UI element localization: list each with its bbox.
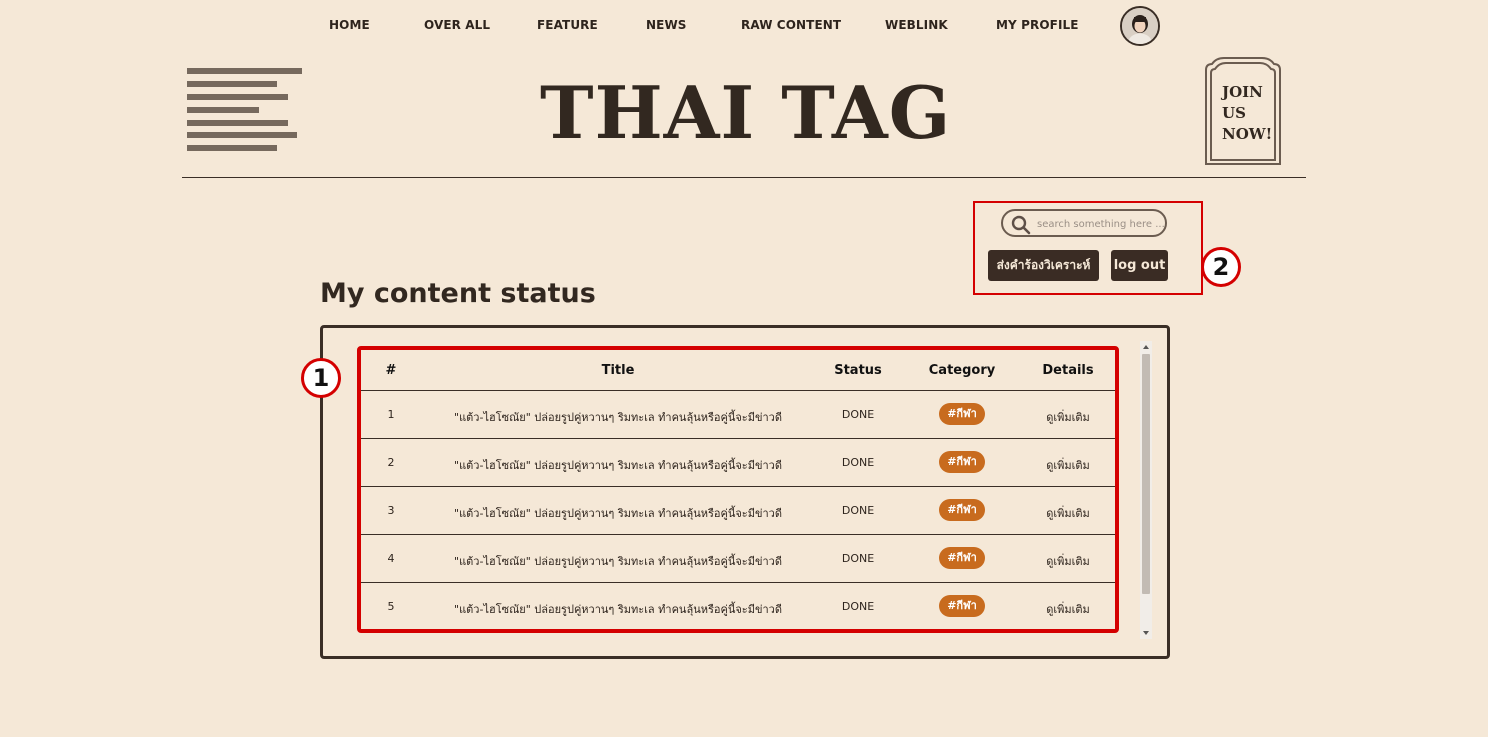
col-status: Status bbox=[834, 363, 882, 378]
logout-button[interactable]: log out bbox=[1111, 250, 1168, 281]
table-row: 4 "แต้ว-ไฮโซณัย" ปล่อยรูปคู่หวานๆ ริมทะเล… bbox=[361, 535, 1115, 583]
join-us-sign[interactable]: JOIN US NOW! bbox=[1204, 56, 1282, 166]
join-line-3: NOW! bbox=[1222, 125, 1273, 143]
hamburger-menu-icon[interactable] bbox=[187, 68, 305, 154]
header-divider bbox=[182, 177, 1306, 178]
row-number: 3 bbox=[387, 504, 395, 517]
category-tag[interactable]: #กีฬา bbox=[939, 403, 985, 425]
row-number: 4 bbox=[387, 552, 395, 565]
annotation-marker-1: 1 bbox=[301, 358, 341, 398]
join-us-text: JOIN US NOW! bbox=[1222, 82, 1272, 145]
row-title[interactable]: "แต้ว-ไฮโซณัย" ปล่อยรูปคู่หวานๆ ริมทะเล … bbox=[421, 552, 815, 570]
user-photo-icon bbox=[1122, 8, 1158, 44]
details-link[interactable]: ดูเพิ่มเติม bbox=[1033, 552, 1103, 570]
details-link[interactable]: ดูเพิ่มเติม bbox=[1033, 504, 1103, 522]
scroll-up-arrow-icon[interactable] bbox=[1143, 345, 1149, 349]
page-title: My content status bbox=[320, 278, 596, 309]
request-analysis-button[interactable]: ส่งคำร้องวิเคราะห์ bbox=[988, 250, 1099, 281]
row-status: DONE bbox=[841, 504, 875, 517]
row-status: DONE bbox=[841, 456, 875, 469]
category-tag[interactable]: #กีฬา bbox=[939, 595, 985, 617]
category-tag[interactable]: #กีฬา bbox=[939, 499, 985, 521]
search-box[interactable] bbox=[1001, 209, 1167, 237]
row-title[interactable]: "แต้ว-ไฮโซณัย" ปล่อยรูปคู่หวานๆ ริมทะเล … bbox=[421, 504, 815, 522]
category-tag[interactable]: #กีฬา bbox=[939, 547, 985, 569]
row-title[interactable]: "แต้ว-ไฮโซณัย" ปล่อยรูปคู่หวานๆ ริมทะเล … bbox=[421, 600, 815, 618]
row-status: DONE bbox=[841, 408, 875, 421]
scroll-down-arrow-icon[interactable] bbox=[1143, 631, 1149, 635]
table-row: 2 "แต้ว-ไฮโซณัย" ปล่อยรูปคู่หวานๆ ริมทะเล… bbox=[361, 439, 1115, 487]
col-number: # bbox=[385, 363, 397, 378]
nav-weblink[interactable]: WEBLINK bbox=[885, 18, 948, 32]
site-logo[interactable]: THAI TAG bbox=[540, 70, 950, 155]
content-status-table: # Title Status Category Details 1 "แต้ว-ไ… bbox=[357, 346, 1119, 633]
details-link[interactable]: ดูเพิ่มเติม bbox=[1033, 408, 1103, 426]
nav-news[interactable]: NEWS bbox=[646, 18, 687, 32]
annotation-marker-2: 2 bbox=[1201, 247, 1241, 287]
nav-my-profile[interactable]: MY PROFILE bbox=[996, 18, 1079, 32]
col-details: Details bbox=[1042, 363, 1094, 378]
scroll-thumb[interactable] bbox=[1142, 354, 1150, 594]
row-title[interactable]: "แต้ว-ไฮโซณัย" ปล่อยรูปคู่หวานๆ ริมทะเล … bbox=[421, 456, 815, 474]
table-row: 5 "แต้ว-ไฮโซณัย" ปล่อยรูปคู่หวานๆ ริมทะเล… bbox=[361, 583, 1115, 629]
nav-home[interactable]: HOME bbox=[329, 18, 370, 32]
row-title[interactable]: "แต้ว-ไฮโซณัย" ปล่อยรูปคู่หวานๆ ริมทะเล … bbox=[421, 408, 815, 426]
top-nav: HOME OVER ALL FEATURE NEWS RAW CONTENT W… bbox=[0, 0, 1488, 52]
col-category: Category bbox=[928, 363, 996, 378]
join-line-2: US bbox=[1222, 104, 1246, 122]
join-line-1: JOIN bbox=[1222, 83, 1263, 101]
table-row: 3 "แต้ว-ไฮโซณัย" ปล่อยรูปคู่หวานๆ ริมทะเล… bbox=[361, 487, 1115, 535]
category-tag[interactable]: #กีฬา bbox=[939, 451, 985, 473]
nav-over-all[interactable]: OVER ALL bbox=[424, 18, 490, 32]
row-status: DONE bbox=[841, 552, 875, 565]
row-number: 5 bbox=[387, 600, 395, 613]
table-scrollbar[interactable] bbox=[1140, 341, 1152, 639]
nav-raw-content[interactable]: RAW CONTENT bbox=[741, 18, 841, 32]
row-number: 1 bbox=[387, 408, 395, 421]
row-number: 2 bbox=[387, 456, 395, 469]
avatar[interactable] bbox=[1120, 6, 1160, 46]
nav-feature[interactable]: FEATURE bbox=[537, 18, 598, 32]
details-link[interactable]: ดูเพิ่มเติม bbox=[1033, 456, 1103, 474]
col-title: Title bbox=[601, 363, 635, 378]
search-icon bbox=[1011, 215, 1031, 235]
details-link[interactable]: ดูเพิ่มเติม bbox=[1033, 600, 1103, 618]
row-status: DONE bbox=[841, 600, 875, 613]
search-input[interactable] bbox=[1035, 214, 1167, 234]
table-header: # Title Status Category Details bbox=[361, 350, 1115, 391]
table-row: 1 "แต้ว-ไฮโซณัย" ปล่อยรูปคู่หวานๆ ริมทะเล… bbox=[361, 391, 1115, 439]
